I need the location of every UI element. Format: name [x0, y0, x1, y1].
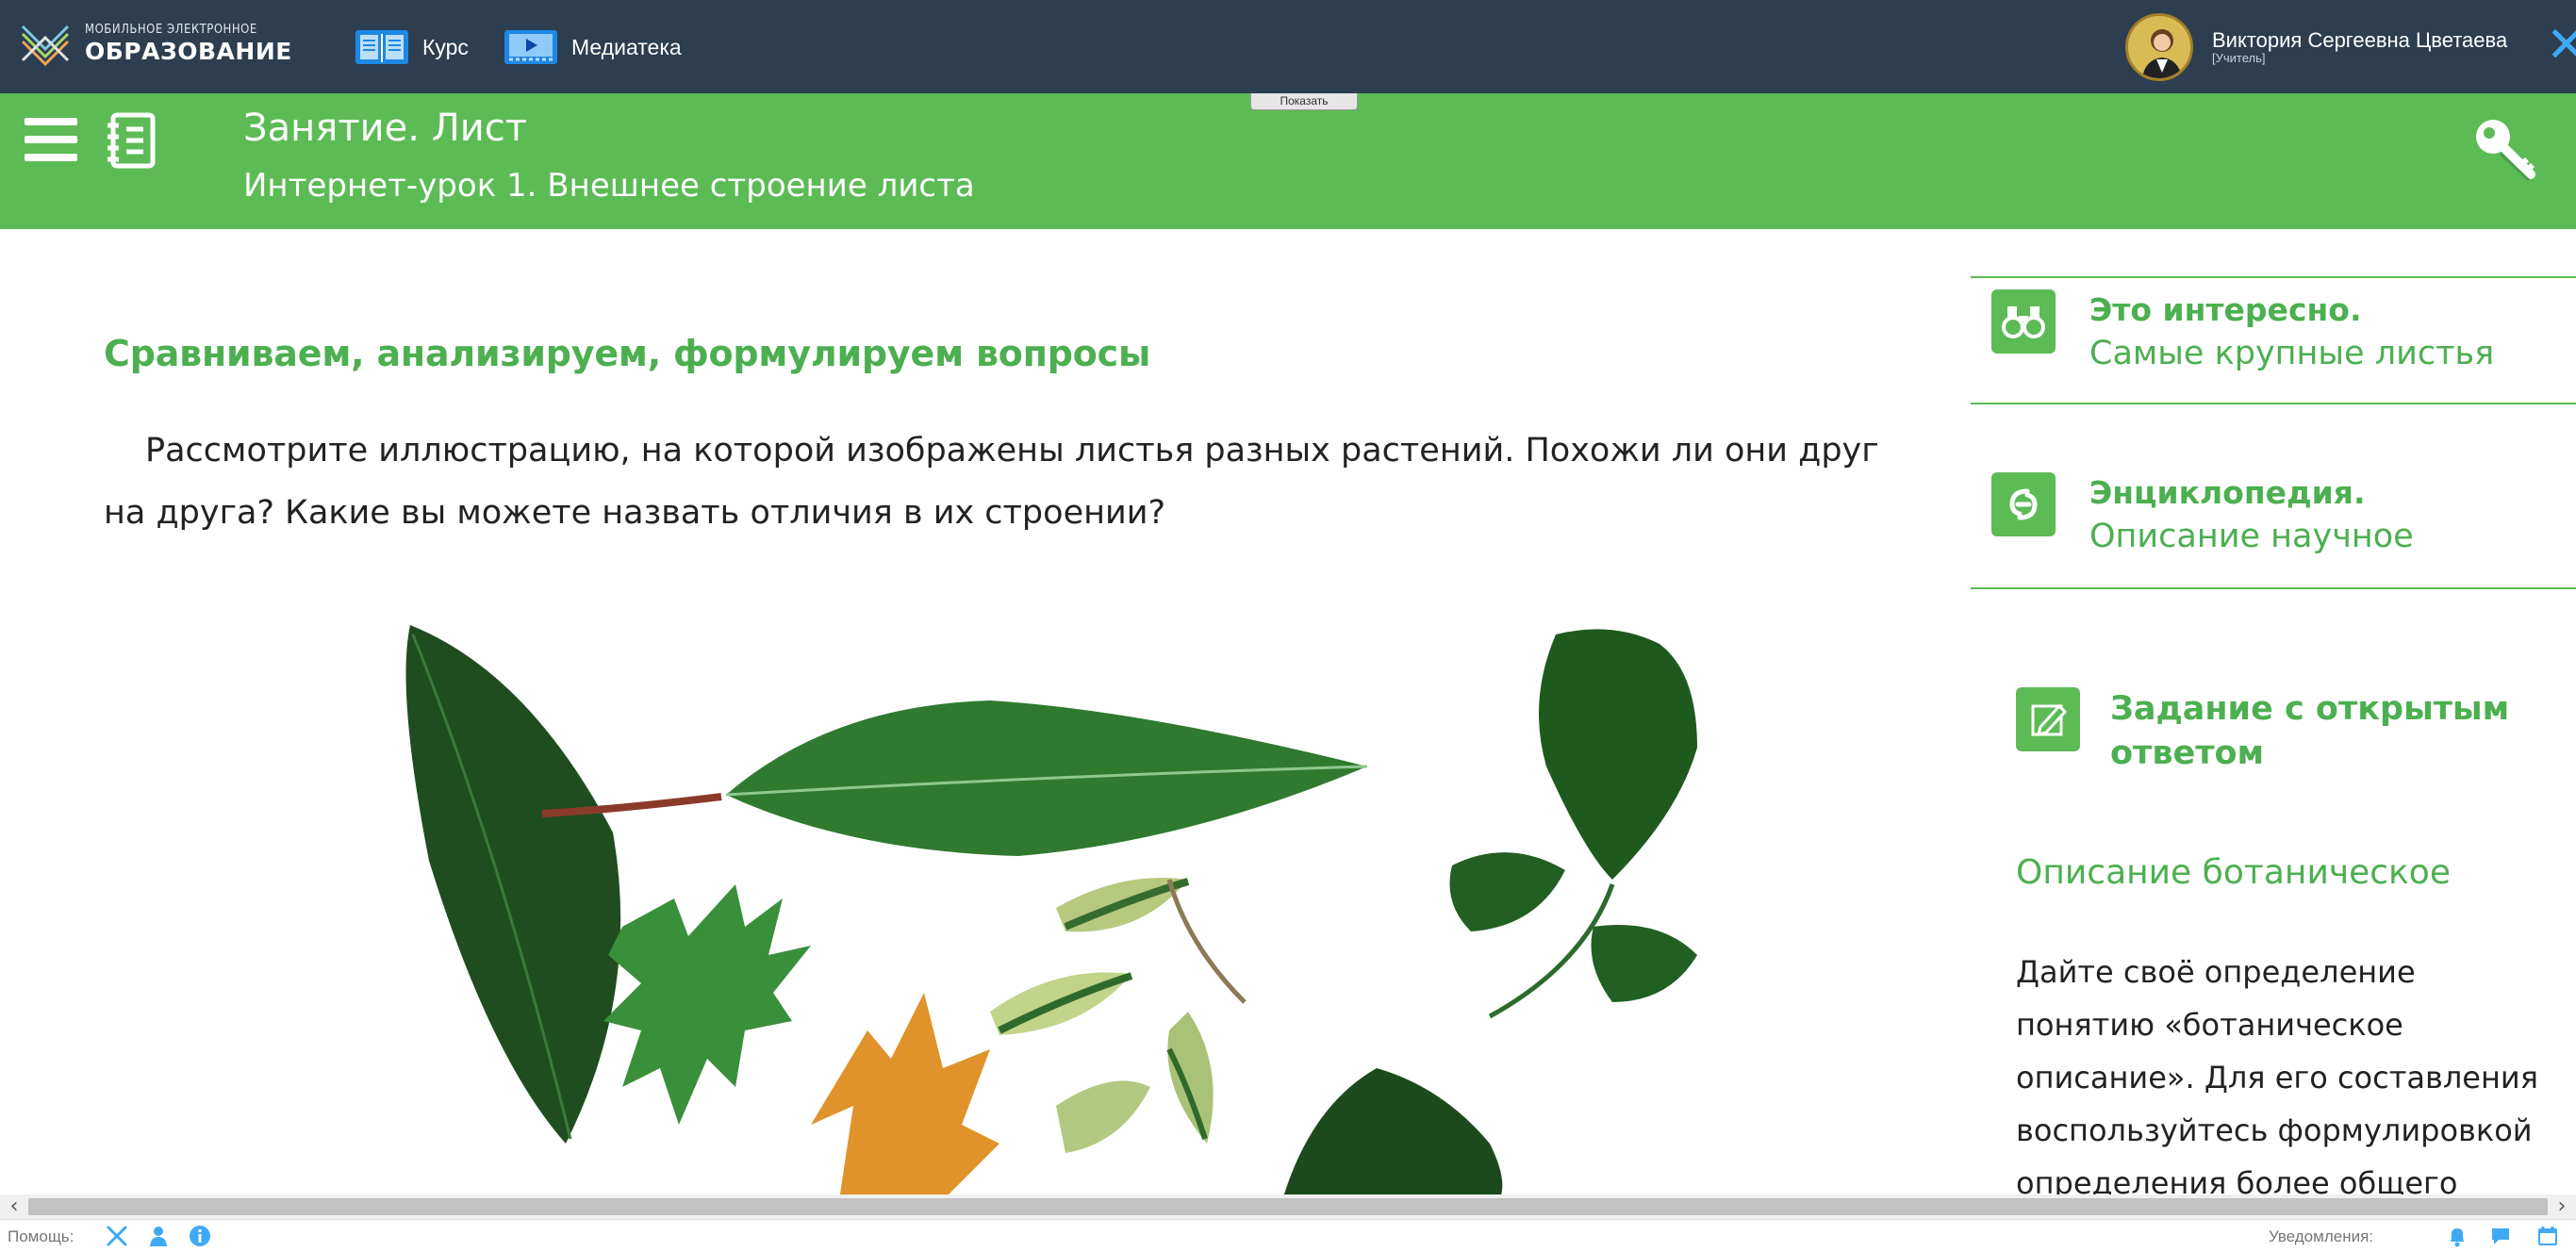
divider: [1971, 403, 2576, 404]
video-icon: [504, 30, 557, 64]
key-icon[interactable]: [2472, 116, 2538, 182]
logo-small-text: МОБИЛЬНОЕ ЭЛЕКТРОННОЕ: [85, 23, 257, 37]
app-window: МОБИЛЬНОЕ ЭЛЕКТРОННОЕ ОБРАЗОВАНИЕ Курс М…: [0, 0, 2576, 1252]
status-bar: Помощь: Уведомления:: [0, 1219, 2576, 1252]
pencil-icon: [2016, 687, 2080, 751]
book-icon: [355, 30, 408, 64]
divider: [1971, 587, 2576, 589]
user-name: Виктория Сергеевна Цветаева: [2212, 27, 2508, 52]
nav-course-label: Курс: [422, 34, 469, 59]
section-title: Сравниваем, анализируем, формулируем воп…: [104, 333, 1151, 374]
logo[interactable]: МОБИЛЬНОЕ ЭЛЕКТРОННОЕ ОБРАЗОВАНИЕ: [19, 17, 292, 70]
nav-media-library[interactable]: Медиатека: [504, 28, 682, 66]
user-profile[interactable]: Виктория Сергеевна Цветаева [Учитель]: [2125, 13, 2507, 81]
notebook-icon[interactable]: [106, 112, 157, 169]
lesson-header: Занятие. Лист Интернет-урок 1. Внешнее с…: [0, 93, 2576, 229]
close-icon[interactable]: ✕: [2546, 21, 2576, 70]
sidebar-item-interesting[interactable]: Это интересно. Самые крупные листья: [1991, 289, 2494, 376]
lesson-paragraph: Рассмотрите иллюстрацию, на которой изоб…: [104, 432, 1879, 532]
logo-mark-icon: [21, 25, 70, 67]
show-toggle-button[interactable]: Показать: [1250, 93, 1358, 110]
tools-icon[interactable]: [106, 1225, 128, 1247]
scroll-left-arrow[interactable]: ‹: [2, 1194, 26, 1219]
horizontal-scrollbar[interactable]: ‹ ›: [0, 1194, 2576, 1219]
top-navigation-bar: МОБИЛЬНОЕ ЭЛЕКТРОННОЕ ОБРАЗОВАНИЕ Курс М…: [0, 0, 2576, 93]
page-title: Занятие. Лист: [243, 107, 528, 150]
nav-media-label: Медиатека: [571, 34, 682, 59]
sidebar-item-text: Самые крупные листья: [2089, 334, 2495, 372]
sidebar: Это интересно. Самые крупные листья Энци…: [1971, 229, 2576, 1194]
task-open-answer[interactable]: Задание с открытым ответом: [2016, 687, 2525, 777]
nav-course[interactable]: Курс: [355, 28, 469, 66]
user-role: [Учитель]: [2212, 51, 2266, 66]
avatar-picture: [2128, 16, 2190, 78]
help-label: Помощь:: [8, 1227, 74, 1245]
sidebar-item-text: Описание научное: [2089, 517, 2414, 555]
sidebar-item-heading: Энциклопедия.: [2089, 474, 2366, 511]
leaves-illustration: [405, 625, 1697, 1194]
notifications-label: Уведомления:: [2269, 1227, 2374, 1245]
divider: [1971, 276, 2576, 278]
sidebar-item-encyclopedia[interactable]: Энциклопедия. Описание научное: [1991, 472, 2414, 559]
task-title: Задание с открытым ответом: [2110, 690, 2510, 773]
calendar-icon[interactable]: [2536, 1225, 2559, 1247]
avatar: [2125, 13, 2193, 81]
bell-icon[interactable]: [2446, 1225, 2469, 1247]
main-content: Сравниваем, анализируем, формулируем воп…: [0, 229, 1971, 1194]
logo-big-text: ОБРАЗОВАНИЕ: [85, 38, 292, 65]
scroll-right-arrow[interactable]: ›: [2550, 1194, 2574, 1219]
page-subtitle: Интернет-урок 1. Внешнее строение листа: [243, 167, 975, 205]
sidebar-item-heading: Это интересно.: [2089, 291, 2362, 328]
task-description: Дайте своё определение понятию «ботаниче…: [2016, 954, 2538, 1194]
chat-icon[interactable]: [2489, 1225, 2512, 1247]
menu-icon[interactable]: [25, 118, 77, 163]
info-icon[interactable]: [189, 1225, 211, 1247]
support-person-icon[interactable]: [147, 1225, 170, 1247]
link-icon: [1991, 472, 2056, 536]
binoculars-icon: [1991, 289, 2056, 354]
task-description-title[interactable]: Описание ботаническое: [2016, 853, 2451, 892]
scrollbar-thumb[interactable]: [28, 1198, 2548, 1215]
